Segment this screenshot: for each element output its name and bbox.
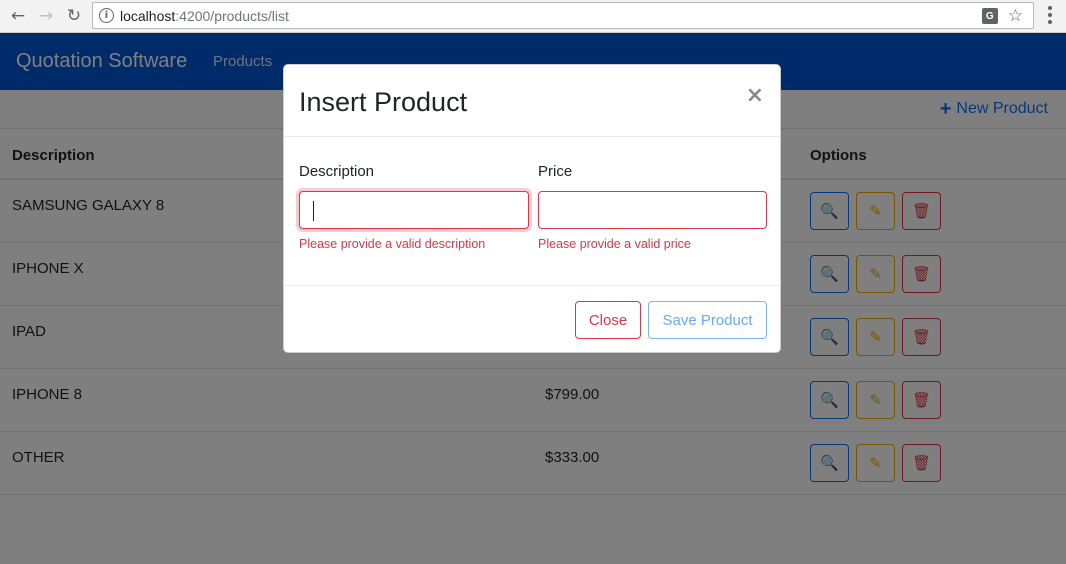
insert-product-modal: Insert Product × Description Please prov… — [283, 64, 781, 353]
browser-menu-icon[interactable] — [1048, 6, 1052, 24]
modal-title: Insert Product — [299, 87, 468, 117]
text-caret — [313, 201, 314, 221]
price-error: Please provide a valid price — [538, 237, 691, 251]
save-product-button[interactable]: Save Product — [648, 301, 767, 339]
description-label: Description — [299, 163, 375, 180]
url-text[interactable]: localhost:4200/products/list — [120, 8, 289, 24]
back-icon[interactable]: ← — [6, 4, 30, 28]
url-path: :4200/products/list — [175, 7, 289, 24]
info-icon[interactable]: i — [99, 8, 114, 23]
description-input[interactable] — [299, 191, 529, 229]
description-error: Please provide a valid description — [299, 237, 486, 251]
forward-icon[interactable]: → — [34, 4, 58, 28]
browser-toolbar: ← → ↻ i localhost:4200/products/list G ☆ — [0, 0, 1066, 33]
translate-icon[interactable]: G — [981, 8, 998, 24]
reload-icon[interactable]: ↻ — [62, 4, 86, 28]
price-input[interactable] — [538, 191, 767, 229]
close-icon[interactable]: × — [746, 83, 764, 108]
bookmark-star-icon[interactable]: ☆ — [1008, 6, 1023, 26]
modal-header: Insert Product × — [284, 65, 780, 137]
address-bar[interactable]: i localhost:4200/products/list G ☆ — [92, 2, 1034, 29]
price-label: Price — [538, 163, 573, 180]
url-host: localhost — [120, 7, 176, 24]
close-button[interactable]: Close — [575, 301, 641, 339]
modal-footer: Close Save Product — [284, 285, 780, 354]
